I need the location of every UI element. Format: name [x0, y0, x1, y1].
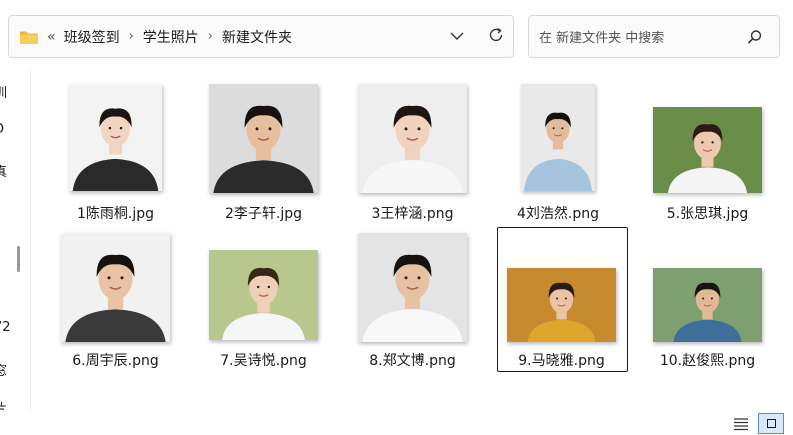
- file-name: 6.周宇辰.png: [72, 353, 159, 369]
- file-name: 1陈雨桐.jpg: [76, 206, 155, 222]
- nav-item[interactable]: D: [0, 122, 4, 137]
- refresh-icon[interactable]: [487, 26, 505, 44]
- breadcrumb-item[interactable]: 新建文件夹: [222, 27, 292, 47]
- navigation-pane[interactable]: 训 D 真 l 72 窓 片: [0, 70, 31, 410]
- file-item[interactable]: 7.吴诗悦.png: [201, 244, 327, 389]
- nav-item[interactable]: 72: [0, 320, 11, 335]
- file-list: 1陈雨桐.jpg 2李子轩.jpg 3王梓涵.png 4刘浩然.png 5.张思…: [33, 70, 793, 412]
- nav-item[interactable]: 真: [0, 161, 7, 180]
- file-name: 5.张思琪.jpg: [666, 206, 749, 222]
- photo-thumbnail: [653, 268, 762, 342]
- nav-item[interactable]: 窓: [0, 360, 7, 379]
- search-icon[interactable]: [747, 29, 763, 45]
- search-box[interactable]: [528, 15, 780, 58]
- file-name: 3王梓涵.png: [371, 206, 454, 222]
- photo-thumbnail: [358, 84, 467, 193]
- address-bar[interactable]: « 班级签到 › 学生照片 › 新建文件夹: [8, 15, 514, 58]
- search-input[interactable]: [537, 26, 741, 50]
- nav-item[interactable]: 片: [0, 398, 7, 410]
- photo-thumbnail: [69, 84, 162, 191]
- chevron-right-icon[interactable]: ›: [129, 29, 134, 44]
- file-item[interactable]: 3王梓涵.png: [350, 78, 476, 223]
- file-item[interactable]: 10.赵俊熙.png: [645, 262, 771, 407]
- breadcrumb-item[interactable]: 班级签到: [64, 27, 120, 47]
- large-icons-view-button[interactable]: [758, 413, 784, 434]
- chevron-down-icon[interactable]: [449, 28, 465, 44]
- nav-item[interactable]: 训: [0, 82, 7, 101]
- file-name: 9.马晓雅.png: [518, 353, 605, 369]
- tiles-view-icon: [767, 419, 776, 428]
- photo-thumbnail: [61, 233, 170, 342]
- file-item[interactable]: 2李子轩.jpg: [201, 78, 327, 223]
- file-item[interactable]: 4刘浩然.png: [513, 78, 639, 223]
- file-name: 8.郑文博.png: [369, 353, 456, 369]
- photo-thumbnail: [209, 250, 318, 340]
- details-view-icon[interactable]: [733, 416, 749, 431]
- file-name: 4刘浩然.png: [516, 206, 599, 222]
- file-name: 7.吴诗悦.png: [220, 353, 307, 369]
- file-name: 2李子轩.jpg: [224, 206, 303, 222]
- toolbar: « 班级签到 › 学生照片 › 新建文件夹: [0, 0, 793, 70]
- photo-thumbnail: [521, 84, 595, 191]
- file-item[interactable]: 8.郑文博.png: [350, 227, 476, 372]
- breadcrumb-item[interactable]: 学生照片: [143, 27, 199, 47]
- file-item[interactable]: 9.马晓雅.png: [497, 227, 628, 372]
- folder-icon: [19, 29, 39, 45]
- file-item[interactable]: 6.周宇辰.png: [53, 227, 179, 372]
- file-name: 10.赵俊熙.png: [659, 353, 756, 369]
- breadcrumb-overflow-icon[interactable]: «: [47, 29, 56, 45]
- file-item[interactable]: 5.张思琪.jpg: [645, 101, 771, 246]
- photo-thumbnail: [653, 107, 762, 193]
- photo-thumbnail: [209, 84, 318, 193]
- file-item[interactable]: 1陈雨桐.jpg: [61, 78, 187, 223]
- status-bar: [0, 412, 793, 435]
- chevron-right-icon[interactable]: ›: [208, 29, 213, 44]
- nav-scrollbar[interactable]: [17, 246, 20, 272]
- photo-thumbnail: [358, 233, 467, 342]
- breadcrumb: « 班级签到 › 学生照片 › 新建文件夹: [47, 16, 292, 57]
- photo-thumbnail: [507, 268, 616, 342]
